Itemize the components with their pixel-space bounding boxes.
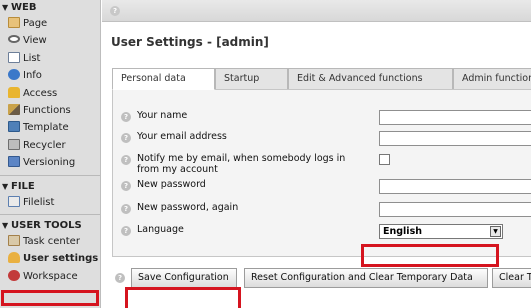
tab-startup[interactable]: Startup [215,68,288,90]
divider [0,174,100,176]
tab-edit-advanced[interactable]: Edit & Advanced functions [288,68,453,90]
password-again-label: New password, again [137,202,239,213]
language-value: English [383,226,422,237]
nav-workspace[interactable]: Workspace [0,268,100,285]
help-icon[interactable]: ? [115,273,125,283]
versioning-icon [8,156,20,168]
nav-label: Template [23,122,69,134]
help-icon[interactable]: ? [110,6,120,16]
nav-label: Functions [23,104,71,116]
password-label: New password [137,179,206,190]
nav-view[interactable]: View [0,32,100,49]
nav-label: Filelist [23,196,55,208]
help-icon[interactable]: ? [121,204,131,214]
info-icon [8,69,20,81]
help-icon[interactable]: ? [121,226,131,236]
nav-label: User settings [23,253,99,265]
section-file[interactable]: ▼ FILE [0,179,100,194]
section-title: WEB [11,2,37,13]
nav-label: Page [23,18,48,29]
tab-bar: Personal data Startup Edit & Advanced fu… [112,68,531,90]
list-icon [8,51,20,63]
nav-functions[interactable]: Functions [0,102,100,119]
nav-versioning[interactable]: Versioning [0,154,100,171]
nav-label: Versioning [23,157,76,169]
filelist-icon [8,195,20,207]
password-again-field[interactable] [379,202,531,217]
nav-page[interactable]: Page [0,15,100,32]
collapse-icon: ▼ [2,181,9,191]
access-icon [8,86,20,98]
collapse-icon: ▼ [2,3,9,12]
save-highlight [125,287,241,308]
dropdown-arrow-icon: ▼ [490,226,501,237]
nav-user-settings[interactable]: User settings [0,250,100,267]
help-icon[interactable]: ? [121,155,131,165]
nav-list[interactable]: List [0,50,100,67]
nav-label: Workspace [23,270,78,282]
functions-icon [8,103,20,115]
notify-checkbox[interactable] [379,154,390,165]
user-settings-icon [8,252,20,264]
collapse-icon: ▼ [2,220,9,230]
nav-filelist[interactable]: Filelist [0,194,100,211]
language-highlight [361,244,499,267]
nav-recycler[interactable]: Recycler [0,137,100,154]
section-title: FILE [11,180,35,192]
section-title: USER TOOLS [11,219,82,231]
section-user-tools[interactable]: ▼ USER TOOLS [0,218,100,233]
tab-admin-functions[interactable]: Admin functions [453,68,531,90]
nav-task-center[interactable]: Task center [0,233,100,250]
settings-panel: ? Your name ? Your email address ? Notif… [112,89,531,257]
language-label: Language [137,224,184,235]
template-icon [8,121,20,133]
help-icon[interactable]: ? [121,133,131,143]
recycler-icon [8,138,20,150]
save-configuration-button[interactable]: Save Configuration [131,268,237,288]
reset-configuration-button[interactable]: Reset Configuration and Clear Temporary … [244,268,488,288]
nav-label: List [23,52,41,64]
doc-header: ? [102,0,531,22]
nav-label: Access [23,87,58,99]
help-icon[interactable]: ? [121,112,131,122]
section-web[interactable]: ▼ WEB [0,0,100,15]
name-label: Your name [137,110,188,121]
task-center-icon [8,234,20,246]
nav-label: View [23,35,47,47]
nav-info[interactable]: Info [0,67,100,84]
nav-label: Info [23,70,42,82]
notify-label: Notify me by email, when somebody logs i… [137,153,346,175]
tab-personal-data[interactable]: Personal data [112,68,215,90]
nav-access[interactable]: Access [0,85,100,102]
name-field[interactable] [379,110,531,125]
divider [0,213,100,215]
user-settings-highlight [1,290,99,306]
page-icon [8,17,20,28]
help-icon[interactable]: ? [121,181,131,191]
email-label: Your email address [137,131,227,142]
email-field[interactable] [379,131,531,146]
view-icon [8,35,20,44]
nav-label: Recycler [23,139,66,151]
workspace-icon [8,269,20,281]
nav-template[interactable]: Template [0,119,100,136]
module-menu: ▼ WEB Page View List Info Access Function… [0,0,101,308]
password-field[interactable] [379,179,531,194]
language-select[interactable]: English ▼ [379,224,503,239]
page-title: User Settings - [admin] [111,35,269,49]
nav-label: Task center [23,235,80,247]
clear-temp-data-button[interactable]: Clear Temporary Data [492,268,531,288]
